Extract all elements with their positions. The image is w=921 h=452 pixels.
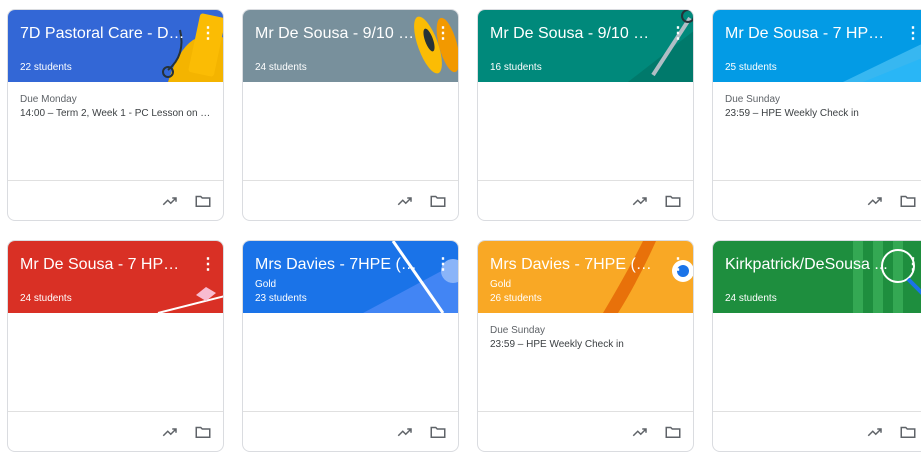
student-count: 24 students xyxy=(725,293,777,304)
student-count: 24 students xyxy=(20,293,72,304)
card-banner[interactable]: Mr De Sousa - 9/10 O... ⋮ 24 students xyxy=(243,10,458,82)
card-banner[interactable]: Mr De Sousa - 9/10 O... ⋮ 16 students xyxy=(478,10,693,82)
due-label: Due Sunday xyxy=(725,94,781,105)
student-count: 25 students xyxy=(725,62,777,73)
card-footer xyxy=(478,180,693,220)
more-vert-icon[interactable]: ⋮ xyxy=(670,255,686,277)
card-banner[interactable]: Kirkpatrick/DeSousa ... ⋮ 24 students xyxy=(713,241,921,313)
more-vert-icon[interactable]: ⋮ xyxy=(435,255,451,277)
card-footer xyxy=(243,411,458,451)
assignment-link[interactable]: 14:00 – Term 2, Week 1 - PC Lesson on Se… xyxy=(20,108,214,119)
class-title[interactable]: Mr De Sousa - 7 HPE ... xyxy=(725,25,891,43)
trending-up-icon[interactable] xyxy=(161,423,179,441)
more-vert-icon[interactable]: ⋮ xyxy=(435,24,451,46)
card-footer xyxy=(8,180,223,220)
student-count: 22 students xyxy=(20,62,72,73)
card-banner[interactable]: Mrs Davies - 7HPE (Li... ⋮ Gold 26 stude… xyxy=(478,241,693,313)
more-vert-icon[interactable]: ⋮ xyxy=(200,255,216,277)
class-title[interactable]: Kirkpatrick/DeSousa ... xyxy=(725,256,891,274)
class-section: Gold xyxy=(490,279,512,290)
trending-up-icon[interactable] xyxy=(631,423,649,441)
trending-up-icon[interactable] xyxy=(866,192,884,210)
class-card[interactable]: Mr De Sousa - 7 HPE ... ⋮ 24 students xyxy=(7,240,224,452)
class-card[interactable]: Mrs Davies - 7HPE (Li... ⋮ Gold 26 stude… xyxy=(477,240,694,452)
trending-up-icon[interactable] xyxy=(161,192,179,210)
more-vert-icon[interactable]: ⋮ xyxy=(905,24,921,46)
more-vert-icon[interactable]: ⋮ xyxy=(670,24,686,46)
class-title[interactable]: Mr De Sousa - 7 HPE ... xyxy=(20,256,186,274)
card-footer xyxy=(478,411,693,451)
trending-up-icon[interactable] xyxy=(866,423,884,441)
card-banner[interactable]: 7D Pastoral Care - De... ⋮ 22 students xyxy=(8,10,223,82)
student-count: 26 students xyxy=(490,293,542,304)
more-vert-icon[interactable]: ⋮ xyxy=(905,255,921,277)
class-title[interactable]: Mr De Sousa - 9/10 O... xyxy=(490,25,656,43)
class-section: Gold xyxy=(255,279,277,290)
student-count: 16 students xyxy=(490,62,542,73)
class-card[interactable]: Mr De Sousa - 7 HPE ... ⋮ 25 students Du… xyxy=(712,9,921,221)
folder-icon[interactable] xyxy=(429,423,447,441)
class-card[interactable]: Mr De Sousa - 9/10 O... ⋮ 24 students xyxy=(242,9,459,221)
folder-icon[interactable] xyxy=(899,423,917,441)
trending-up-icon[interactable] xyxy=(631,192,649,210)
folder-icon[interactable] xyxy=(664,423,682,441)
more-vert-icon[interactable]: ⋮ xyxy=(200,24,216,46)
trending-up-icon[interactable] xyxy=(396,423,414,441)
card-footer xyxy=(8,411,223,451)
assignment-link[interactable]: 23:59 – HPE Weekly Check in xyxy=(490,339,684,350)
class-card[interactable]: Mrs Davies - 7HPE (Li... ⋮ Gold 23 stude… xyxy=(242,240,459,452)
card-footer xyxy=(243,180,458,220)
card-banner[interactable]: Mr De Sousa - 7 HPE ... ⋮ 25 students xyxy=(713,10,921,82)
class-title[interactable]: Mr De Sousa - 9/10 O... xyxy=(255,25,421,43)
class-card[interactable]: 7D Pastoral Care - De... ⋮ 22 students D… xyxy=(7,9,224,221)
class-title[interactable]: Mrs Davies - 7HPE (Li... xyxy=(255,256,421,274)
due-label: Due Monday xyxy=(20,94,77,105)
folder-icon[interactable] xyxy=(664,192,682,210)
class-title[interactable]: 7D Pastoral Care - De... xyxy=(20,25,186,43)
due-label: Due Sunday xyxy=(490,325,546,336)
folder-icon[interactable] xyxy=(899,192,917,210)
folder-icon[interactable] xyxy=(429,192,447,210)
card-banner[interactable]: Mr De Sousa - 7 HPE ... ⋮ 24 students xyxy=(8,241,223,313)
class-card[interactable]: Kirkpatrick/DeSousa ... ⋮ 24 students xyxy=(712,240,921,452)
trending-up-icon[interactable] xyxy=(396,192,414,210)
folder-icon[interactable] xyxy=(194,423,212,441)
folder-icon[interactable] xyxy=(194,192,212,210)
student-count: 24 students xyxy=(255,62,307,73)
class-card[interactable]: Mr De Sousa - 9/10 O... ⋮ 16 students xyxy=(477,9,694,221)
card-footer xyxy=(713,411,921,451)
student-count: 23 students xyxy=(255,293,307,304)
class-title[interactable]: Mrs Davies - 7HPE (Li... xyxy=(490,256,656,274)
card-banner[interactable]: Mrs Davies - 7HPE (Li... ⋮ Gold 23 stude… xyxy=(243,241,458,313)
assignment-link[interactable]: 23:59 – HPE Weekly Check in xyxy=(725,108,919,119)
card-footer xyxy=(713,180,921,220)
